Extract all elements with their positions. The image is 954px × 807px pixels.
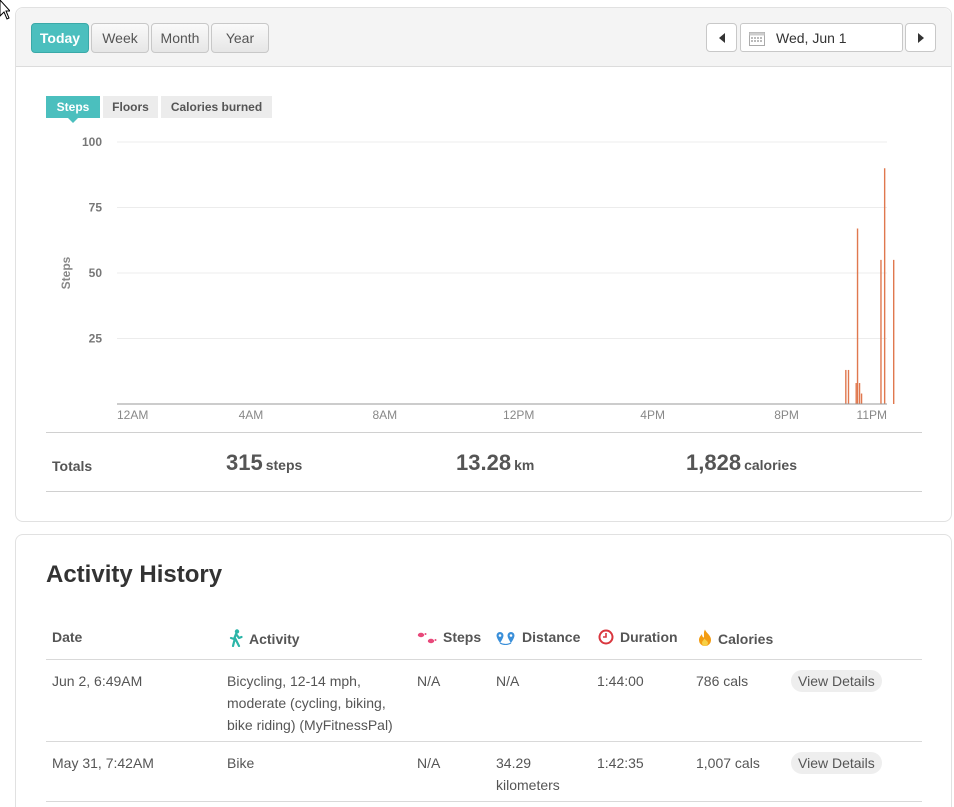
next-day-button[interactable] xyxy=(905,23,936,52)
total-steps: 315 steps xyxy=(226,450,302,476)
steps-chart: 100 75 50 25 Steps 12AM 4AM 8AM 12PM 4PM 8PM 11PM xyxy=(59,135,895,422)
total-distance-unit: km xyxy=(514,457,535,473)
row-distance-line: kilometers xyxy=(496,777,560,793)
total-calories-unit: calories xyxy=(744,457,797,473)
year-button[interactable]: Year xyxy=(211,23,269,53)
x-tick-label: 8AM xyxy=(372,408,397,422)
row-activity-line: bike riding) (MyFitnessPal) xyxy=(227,717,393,733)
column-calories-label: Calories xyxy=(718,631,774,647)
flame-icon xyxy=(699,629,711,646)
activity-chart-panel: Today Week Month Year Wed, Jun 1 Steps F… xyxy=(15,7,952,522)
total-distance: 13.28 km xyxy=(456,450,534,476)
total-calories-value: 1,828 xyxy=(686,450,742,475)
selected-date: Wed, Jun 1 xyxy=(776,30,847,46)
row-calories: 786 cals xyxy=(696,673,749,689)
clock-icon xyxy=(598,629,614,645)
total-distance-value: 13.28 xyxy=(456,450,512,475)
row-calories: 1,007 cals xyxy=(696,755,760,771)
calendar-icon xyxy=(749,32,765,46)
row-steps: N/A xyxy=(417,673,441,689)
totals-row: Totals 315 steps 13.28 km 1,828 calories xyxy=(46,432,922,492)
row-distance-line: N/A xyxy=(496,673,520,689)
column-duration-label: Duration xyxy=(620,629,678,645)
total-steps-value: 315 xyxy=(226,450,263,475)
row-activity: Bicycling, 12-14 mph, moderate (cycling,… xyxy=(227,670,412,736)
column-calories: Calories xyxy=(698,629,773,647)
row-duration: 1:42:35 xyxy=(597,755,644,771)
row-date: Jun 2, 6:49AM xyxy=(52,673,143,689)
arrow-left-icon xyxy=(719,33,725,43)
x-tick-label: 11PM xyxy=(857,408,887,422)
tab-steps[interactable]: Steps xyxy=(46,96,100,123)
column-date-label: Date xyxy=(52,629,83,645)
activity-history-title: Activity History xyxy=(46,561,223,588)
row-activity: Bike xyxy=(227,752,412,774)
row-activity-line: Bike xyxy=(227,755,255,771)
week-button[interactable]: Week xyxy=(91,23,149,53)
activity-history-panel: Activity History Date Activity Steps Dis… xyxy=(15,534,952,807)
column-distance-label: Distance xyxy=(522,629,581,645)
total-calories: 1,828 calories xyxy=(686,450,797,476)
x-tick-label: 8PM xyxy=(774,408,799,422)
view-details-button[interactable]: View Details xyxy=(791,670,882,692)
x-tick-label: 4PM xyxy=(640,408,665,422)
arrow-right-icon xyxy=(918,33,924,43)
row-activity-line: Bicycling, 12-14 mph, xyxy=(227,673,361,689)
total-steps-unit: steps xyxy=(265,457,303,473)
month-button[interactable]: Month xyxy=(151,23,209,53)
row-divider xyxy=(46,801,922,802)
y-tick-label: 50 xyxy=(89,266,103,280)
footprints-icon xyxy=(417,632,437,644)
row-activity-line: moderate (cycling, biking, xyxy=(227,695,386,711)
column-distance: Distance xyxy=(496,629,581,646)
table-header-divider xyxy=(46,659,922,660)
x-tick-label: 12AM xyxy=(117,408,148,422)
tab-calories-burned[interactable]: Calories burned xyxy=(161,96,272,118)
y-tick-label: 25 xyxy=(89,332,103,346)
column-duration: Duration xyxy=(598,629,678,645)
row-date: May 31, 7:42AM xyxy=(52,755,154,771)
tab-floors[interactable]: Floors xyxy=(103,96,158,118)
walking-person-icon xyxy=(229,629,243,648)
x-tick-label: 12PM xyxy=(503,408,534,422)
y-tick-label: 100 xyxy=(82,135,102,149)
row-divider xyxy=(46,741,922,742)
view-details-button[interactable]: View Details xyxy=(791,752,882,774)
row-duration: 1:44:00 xyxy=(597,673,644,689)
row-distance: 34.29 kilometers xyxy=(496,752,560,796)
column-steps-label: Steps xyxy=(443,629,482,645)
totals-label: Totals xyxy=(52,458,93,474)
column-activity-label: Activity xyxy=(249,631,300,647)
row-distance: N/A xyxy=(496,670,519,692)
row-steps: N/A xyxy=(417,755,441,771)
y-axis-title: Steps xyxy=(59,256,73,289)
y-tick-label: 75 xyxy=(89,201,103,215)
column-steps: Steps xyxy=(417,629,481,645)
previous-day-button[interactable] xyxy=(706,23,737,52)
row-distance-line: 34.29 xyxy=(496,755,532,771)
date-picker[interactable]: Wed, Jun 1 xyxy=(740,23,903,52)
column-date: Date xyxy=(52,629,82,645)
column-activity: Activity xyxy=(229,629,300,648)
period-toolbar: Today Week Month Year Wed, Jun 1 xyxy=(16,8,951,67)
mouse-cursor-icon xyxy=(0,0,10,20)
route-pins-icon xyxy=(496,632,515,646)
x-tick-label: 4AM xyxy=(239,408,264,422)
today-button[interactable]: Today xyxy=(31,23,89,53)
